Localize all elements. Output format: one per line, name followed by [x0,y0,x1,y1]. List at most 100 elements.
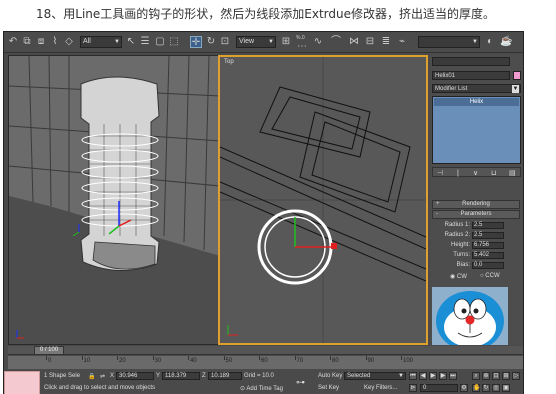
radius1-spinner[interactable]: 2.5 [472,222,504,229]
select-object-icon[interactable]: ↖ [125,36,137,48]
next-frame-icon[interactable]: ▶ [439,372,447,380]
modifier-stack[interactable]: Helix [432,96,521,164]
rect-selection-icon[interactable]: ▢ [154,36,166,48]
make-unique-icon[interactable]: ∨ [473,169,478,177]
set-key-icon[interactable]: ⊶ [296,377,305,388]
ccw-radio[interactable]: ○ CCW [480,273,500,279]
pivot-center-icon[interactable]: ⊞ [280,36,292,48]
snap-toggle-icon[interactable]: ∿ [312,36,324,48]
go-to-start-icon[interactable]: ⏮ [409,372,417,380]
go-to-end-icon[interactable]: ⏭ [449,372,457,380]
material-editor-icon[interactable]: ◐ [484,36,496,48]
time-slider-thumb[interactable]: 0 / 100 [34,346,64,355]
viewport-label: Top [224,59,234,65]
ruler-tick [259,356,260,360]
chevron-down-icon: ▼ [398,373,404,379]
turns-spinner[interactable]: 5.402 [472,252,504,259]
remove-modifier-icon[interactable]: ⊔ [491,169,496,177]
track-bar[interactable]: 0 10 20 30 40 50 60 70 80 90 100 [8,356,523,369]
set-key-button[interactable]: Set Key [318,385,339,391]
zoom-all-icon[interactable]: ⊕ [482,372,490,380]
object-name-field[interactable]: Helix01 [432,71,510,80]
configure-sets-icon[interactable]: ▤ [509,169,516,177]
window-crossing-icon[interactable]: ⬚ [168,36,180,48]
key-mode-toggle-icon[interactable]: ⊳ [409,384,417,392]
ruler-tick-label: 80 [332,358,339,364]
top-scene [220,57,426,343]
key-mode-dropdown[interactable]: Selected ▼ [344,372,406,380]
tutorial-caption: 18、用Line工具画的钩子的形状，然后为线段添加Extrdue修改器，挤出适当… [36,7,495,21]
height-spinner[interactable]: 6.756 [472,242,504,249]
absolute-mode-icon[interactable]: ⇌ [100,373,105,380]
ruler-tick-label: 70 [296,358,304,364]
select-filter-icon[interactable]: ◇ [63,36,75,48]
modifier-list-dropdown[interactable]: Modifier List ▼ [432,84,521,93]
main-toolbar: ↶ ⧉ ⧈ ⌇ ◇ All ▼ ↖ ☰ ▢ ⬚ ✛ ↻ ⊡ View ▼ ⊞ %… [4,32,523,53]
angle-snap-icon[interactable]: ⌒ [330,36,342,48]
add-time-tag[interactable]: ⊙ Add Time Tag [240,385,283,392]
align-icon[interactable]: ⊟ [364,36,376,48]
curve-editor-icon[interactable]: ⌁ [396,36,408,48]
param-label: Radius 2: [444,232,470,238]
unlink-icon[interactable]: ⧈ [35,36,47,48]
link-icon[interactable]: ⧉ [21,36,33,48]
time-config-icon[interactable]: ⚙ [460,384,468,392]
zoom-extents-all-icon[interactable]: ⊞ [502,372,510,380]
radio-selected-icon: ◉ [450,274,457,280]
pan-icon[interactable]: ✋ [472,384,480,392]
move-icon[interactable]: ✛ [190,36,202,48]
selection-status: 1 Shape Sele [44,373,81,379]
cw-radio[interactable]: ◉ CW [450,273,467,280]
param-label: Bias: [456,262,470,268]
bias-spinner[interactable]: 0.0 [472,262,504,269]
orbit-icon[interactable]: ↻ [482,384,490,392]
timeline: 0 / 100 0 10 20 30 40 50 60 70 80 90 100 [8,346,523,369]
fov-icon[interactable]: ▷ [512,372,520,380]
ruler-tick [117,356,118,360]
x-label: X [110,373,115,379]
undo-icon[interactable]: ↶ [7,36,19,48]
selection-filter-dropdown[interactable]: All ▼ [80,36,122,48]
parameters-rollout[interactable]: - Parameters [432,210,520,219]
key-filters-button[interactable]: Key Filters... [364,385,397,391]
ruler-tick [294,356,296,360]
select-by-name-icon[interactable]: ☰ [139,36,151,48]
scale-icon[interactable]: ⊡ [219,36,231,48]
rotate-icon[interactable]: ↻ [205,36,217,48]
perspective-viewport[interactable] [8,55,219,345]
walkthrough-icon[interactable]: ◎ [492,384,500,392]
lock-selection-icon[interactable]: 🔒 [88,373,95,380]
x-coordinate-field[interactable]: 30.946 [116,372,154,380]
modifier-list-label: Modifier List [435,86,468,92]
y-coordinate-field[interactable]: 118.379 [162,372,200,380]
zoom-extents-icon[interactable]: ⊡ [492,372,500,380]
play-icon[interactable]: ▶ [429,372,437,380]
stack-item-helix[interactable]: Helix [434,98,519,106]
radius2-spinner[interactable]: 2.5 [472,232,504,239]
stack-buttons: ⊣ ❘ ∨ ⊔ ▤ [432,167,521,177]
mirror-icon[interactable]: ⋈ [348,36,360,48]
show-end-result-icon[interactable]: ❘ [455,169,461,177]
top-viewport[interactable]: Top [218,55,428,345]
panel-tabs[interactable] [432,57,510,66]
render-setup-icon[interactable]: ☕ [500,36,512,48]
ccw-label: CCW [485,273,500,279]
object-color-swatch[interactable] [513,71,521,80]
named-selection-dropdown[interactable]: ▼ [418,36,480,48]
time-slider[interactable]: 0 / 100 [8,346,523,355]
maximize-viewport-icon[interactable]: ▣ [502,384,510,392]
pin-stack-icon[interactable]: ⊣ [437,169,443,177]
percent-snap-icon[interactable]: ⋯ [296,41,308,53]
auto-key-button[interactable]: Auto Key [318,373,342,379]
ruler-tick-label: 90 [367,358,375,364]
maxscript-listener[interactable] [4,371,40,394]
bind-spacewarp-icon[interactable]: ⌇ [49,36,61,48]
previous-frame-icon[interactable]: ◀ [419,372,427,380]
zoom-icon[interactable]: ⌕ [472,372,480,380]
current-frame-field[interactable]: 0 [420,384,458,392]
layer-manager-icon[interactable]: ≣ [380,36,392,48]
reference-coord-dropdown[interactable]: View ▼ [236,36,276,48]
ruler-tick [188,356,189,360]
z-coordinate-field[interactable]: 10.189 [208,372,242,380]
rendering-rollout[interactable]: + Rendering [432,200,520,209]
